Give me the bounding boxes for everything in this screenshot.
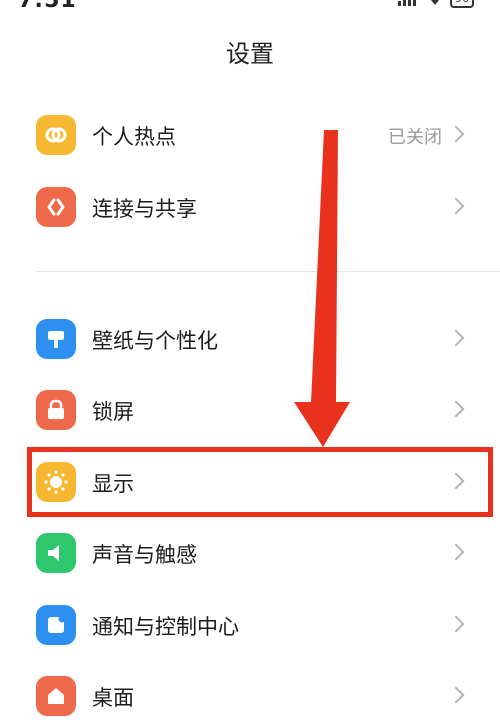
settings-item-lock-screen[interactable]: 锁屏 — [0, 380, 500, 440]
notification-icon — [36, 605, 76, 645]
chevron-right-icon — [447, 400, 465, 418]
connection-share-icon — [36, 187, 76, 227]
chevron-right-icon — [447, 197, 465, 215]
settings-item-label: 桌面 — [92, 686, 134, 710]
settings-item-sound[interactable]: 声音与触感 — [0, 523, 500, 583]
settings-item-personal-hotspot[interactable]: 个人热点 已关闭 — [0, 105, 500, 165]
settings-item-label: 声音与触感 — [92, 543, 197, 567]
chevron-right-icon — [447, 686, 465, 704]
settings-item-label: 个人热点 — [92, 125, 176, 149]
battery-indicator: 96 — [450, 0, 474, 8]
speaker-icon — [36, 533, 76, 573]
settings-item-desktop[interactable]: 桌面 — [0, 666, 500, 726]
status-bar: 7:51 96 — [0, 0, 500, 13]
desktop-icon — [36, 676, 76, 716]
settings-item-label: 通知与控制中心 — [92, 615, 239, 639]
page-title: 设置 — [226, 40, 274, 68]
chevron-right-icon — [447, 125, 465, 143]
chevron-right-icon — [447, 615, 465, 633]
hotspot-status-value: 已关闭 — [388, 127, 442, 148]
status-time: 7:51 — [18, 0, 77, 13]
settings-item-label: 壁纸与个性化 — [92, 329, 218, 353]
signal-icon — [398, 0, 416, 6]
settings-item-notification[interactable]: 通知与控制中心 — [0, 595, 500, 655]
highlight-box — [27, 447, 493, 517]
wifi-icon — [431, 0, 439, 5]
lock-icon — [36, 390, 76, 430]
settings-item-label: 连接与共享 — [92, 197, 197, 221]
hotspot-icon — [36, 115, 76, 155]
wallpaper-icon — [36, 319, 76, 359]
settings-item-wallpaper[interactable]: 壁纸与个性化 — [0, 309, 500, 369]
section-divider — [36, 271, 500, 272]
chevron-right-icon — [447, 329, 465, 347]
settings-item-connection-share[interactable]: 连接与共享 — [0, 177, 500, 237]
chevron-right-icon — [447, 543, 465, 561]
settings-item-label: 锁屏 — [92, 400, 134, 424]
status-icons: 96 — [398, 0, 474, 8]
